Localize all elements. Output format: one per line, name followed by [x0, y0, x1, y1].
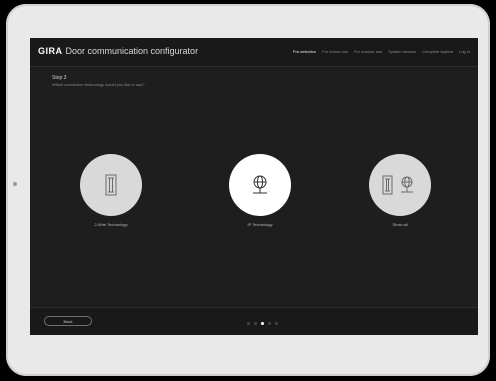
app-brand: GIRA Door communication configurator [38, 46, 198, 56]
option-circle[interactable] [369, 154, 431, 216]
camera-dot [13, 182, 17, 186]
option-circle[interactable] [80, 154, 142, 216]
step-pagination [247, 322, 278, 325]
app-title: Door communication configurator [65, 46, 199, 56]
option-label: IP Technology [247, 222, 273, 227]
tablet-frame: GIRA Door communication configurator Pre-… [6, 4, 490, 376]
ip-globe-icon [253, 175, 267, 194]
option-ip[interactable]: IP Technology [220, 154, 300, 227]
option-label: 2-Wire Technology [94, 222, 128, 227]
pagination-dot[interactable] [247, 322, 250, 325]
top-navigation-bar: GIRA Door communication configurator Pre-… [30, 38, 478, 67]
option-circle-selected[interactable] [229, 154, 291, 216]
show-all-icon [382, 175, 413, 195]
option-label: Show all [392, 222, 408, 227]
bottom-bar: Back [30, 307, 478, 335]
main-nav: Pre-selection For indoor use For outdoor… [293, 49, 470, 54]
nav-item-pre-selection[interactable]: Pre-selection [293, 49, 316, 54]
pagination-dot[interactable] [254, 322, 257, 325]
gira-logo: GIRA [38, 46, 63, 56]
option-2-wire[interactable]: 2-Wire Technology [71, 154, 151, 227]
nav-item-system-devices[interactable]: System devices [388, 49, 416, 54]
pagination-dot[interactable] [275, 322, 278, 325]
option-show-all[interactable]: Show all [360, 154, 440, 227]
nav-item-log-in[interactable]: Log in [459, 49, 470, 54]
nav-item-indoor[interactable]: For indoor use [322, 49, 348, 54]
back-button[interactable]: Back [44, 316, 92, 326]
nav-item-outdoor[interactable]: For outdoor use [354, 49, 382, 54]
step-question: Which connection technology would you li… [52, 82, 145, 87]
app-screen: GIRA Door communication configurator Pre-… [30, 38, 478, 335]
two-wire-icon [105, 174, 117, 196]
pagination-dot-current[interactable] [261, 322, 264, 325]
pagination-dot[interactable] [268, 322, 271, 325]
step-title: Step 3 [52, 75, 67, 81]
nav-item-complete-system[interactable]: Complete system [422, 49, 453, 54]
